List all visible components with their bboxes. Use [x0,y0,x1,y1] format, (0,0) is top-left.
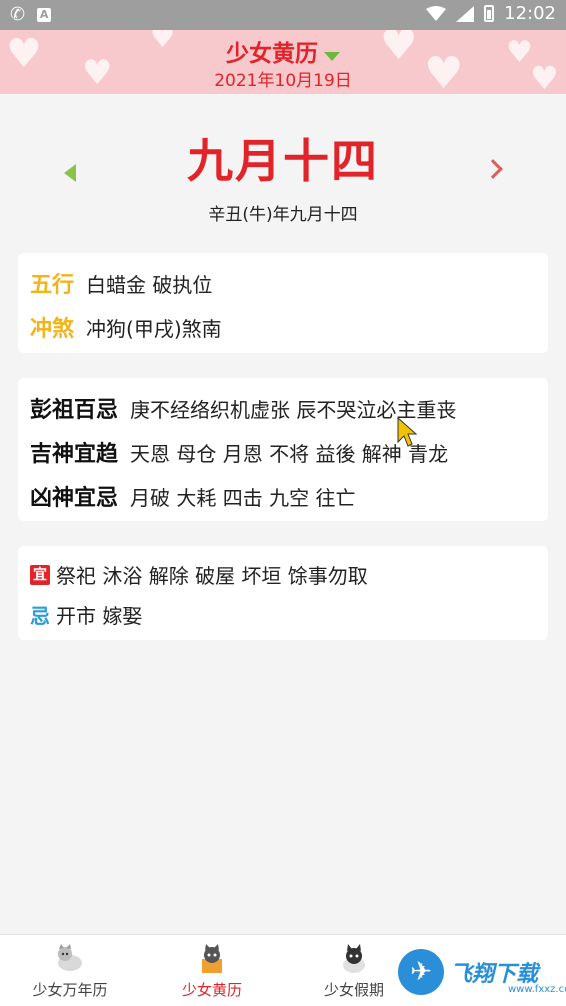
taboo-card: 彭祖百忌 庚不经络织机虚张 辰不哭泣必主重丧 吉神宜趋 天恩 母仓 月恩 不将 … [18,378,548,521]
watermark-url: www.fxxz.com [508,984,566,995]
ji-value: 开市 嫁娶 [56,604,143,628]
chevron-down-icon[interactable] [324,52,340,61]
lunar-date-title: 九月十四 [187,134,379,188]
tab-calendar-label: 少女万年历 [32,981,108,999]
xiongshen-value: 月破 大耗 四击 九空 往亡 [130,486,356,510]
xiongshen-row: 凶神宜忌 月破 大耗 四击 九空 往亡 [30,480,355,512]
jishen-label: 吉神宜趋 [30,442,119,467]
yi-value: 祭祀 沐浴 解除 破屋 坏垣 馀事勿取 [56,564,368,588]
status-bar: ✆ A 12:02 [0,0,566,30]
lunar-date-subtitle: 辛丑(牛)年九月十四 [208,205,358,225]
watermark: ✈ 飞翔下载 www.fxxz.com [398,944,566,1000]
ji-row: 忌 开市 嫁娶 [30,600,142,629]
wuxing-value: 白蜡金 破执位 [86,273,213,297]
watermark-logo-icon: ✈ [398,949,444,995]
pengzu-label: 彭祖百忌 [30,398,119,423]
header-title-row[interactable]: 少女黄历 [0,34,566,68]
tab-calendar[interactable]: 少女万年历 [0,935,140,1006]
header-title[interactable]: 少女黄历 [226,41,318,67]
header: ♥ ♥ ♥ ♥ ♥ ♥ ♥ 少女黄历 2021年10月19日 [0,30,566,94]
header-date: 2021年10月19日 [214,71,352,91]
chongsha-value: 冲狗(甲戌)煞南 [86,317,222,341]
wuxing-row: 五行 白蜡金 破执位 [30,267,212,299]
cat-hat-icon [343,944,365,973]
chongsha-label: 冲煞 [30,317,75,342]
jishen-row: 吉神宜趋 天恩 母仓 月恩 不将 益後 解神 青龙 [30,436,448,468]
wuxing-label: 五行 [30,273,75,298]
notification-icon: ✆ [10,4,26,25]
status-time: 12:02 [504,3,556,24]
ji-label: 忌 [30,604,50,628]
wuxing-card: 五行 白蜡金 破执位 冲煞 冲狗(甲戌)煞南 [18,253,548,353]
status-right: 12:02 [426,3,556,24]
yi-ji-card: 宜 祭祀 沐浴 解除 破屋 坏垣 馀事勿取 忌 开市 嫁娶 [18,546,548,640]
a-notification-icon: A [37,7,52,22]
yi-badge: 宜 [30,564,50,585]
tab-almanac-label: 少女黄历 [181,981,242,999]
pengzu-row: 彭祖百忌 庚不经络织机虚张 辰不哭泣必主重丧 [30,392,456,424]
signal-icon [456,5,475,22]
battery-icon [484,5,495,22]
wifi-icon [426,5,447,21]
xiongshen-label: 凶神宜忌 [30,486,119,511]
corgi-icon [58,944,82,971]
yi-row: 宜 祭祀 沐浴 解除 破屋 坏垣 馀事勿取 [30,560,368,589]
tab-almanac[interactable]: 少女黄历 [142,935,282,1006]
cursor-icon [397,416,418,447]
chongsha-row: 冲煞 冲狗(甲戌)煞南 [30,311,222,343]
cat-box-icon [202,944,222,973]
status-left: ✆ A [10,4,52,25]
